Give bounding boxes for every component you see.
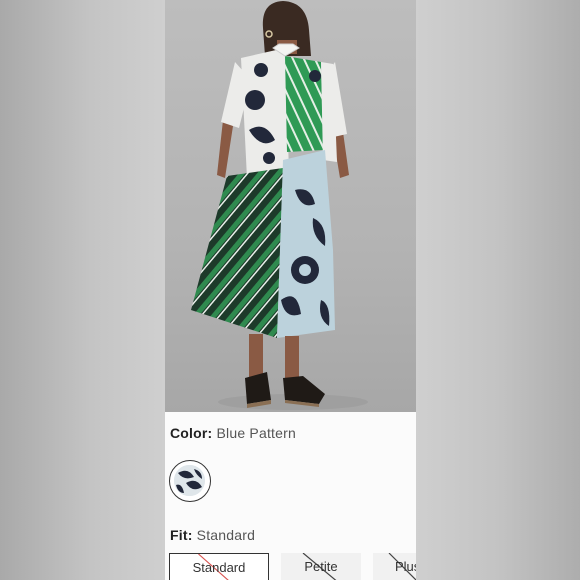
fit-option-plus[interactable]: Plus — [373, 553, 416, 580]
fit-option-petite[interactable]: Petite — [281, 553, 361, 580]
fit-label: Fit: — [170, 527, 193, 543]
fit-option-line: Fit: Standard — [170, 527, 255, 543]
product-options: Color: Blue Pattern Fit: Standard Standa… — [165, 412, 416, 580]
swatch-pattern-image — [174, 465, 205, 496]
fit-option-standard[interactable]: Standard — [169, 553, 269, 580]
fit-option-label: Petite — [304, 559, 338, 574]
right-background-bar — [416, 0, 580, 580]
product-photo[interactable] — [165, 0, 416, 412]
color-label: Color: — [170, 425, 213, 441]
dress-illustration — [191, 1, 368, 410]
product-panel: Color: Blue Pattern Fit: Standard Standa… — [165, 0, 416, 580]
fit-value: Standard — [196, 527, 256, 543]
fit-option-label: Plus — [395, 559, 416, 574]
color-option-line: Color: Blue Pattern — [170, 425, 296, 441]
fit-option-label: Standard — [192, 560, 246, 575]
color-swatch-blue-pattern[interactable] — [169, 460, 211, 502]
left-background-bar — [0, 0, 165, 580]
color-value: Blue Pattern — [216, 425, 296, 441]
